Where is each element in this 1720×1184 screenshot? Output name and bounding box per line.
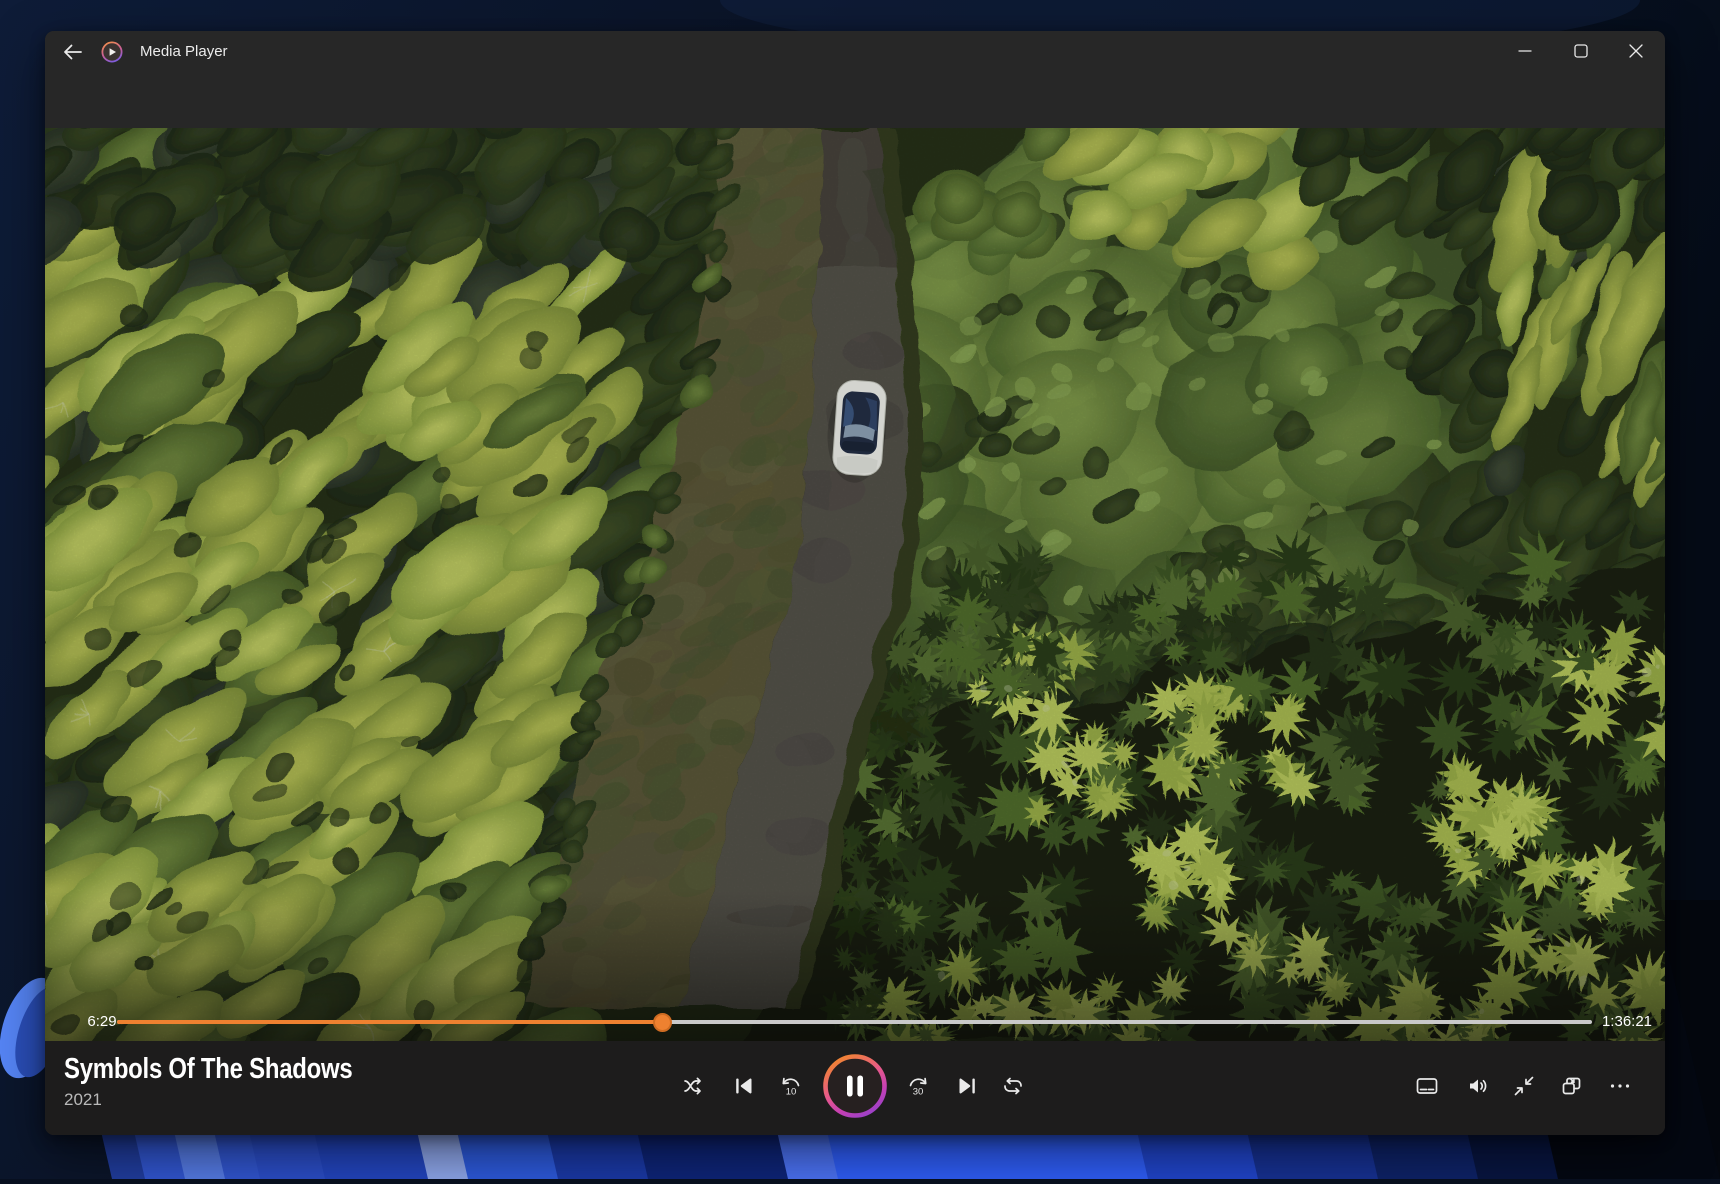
svg-text:30: 30 bbox=[913, 1087, 924, 1098]
svg-text:10: 10 bbox=[786, 1087, 797, 1098]
